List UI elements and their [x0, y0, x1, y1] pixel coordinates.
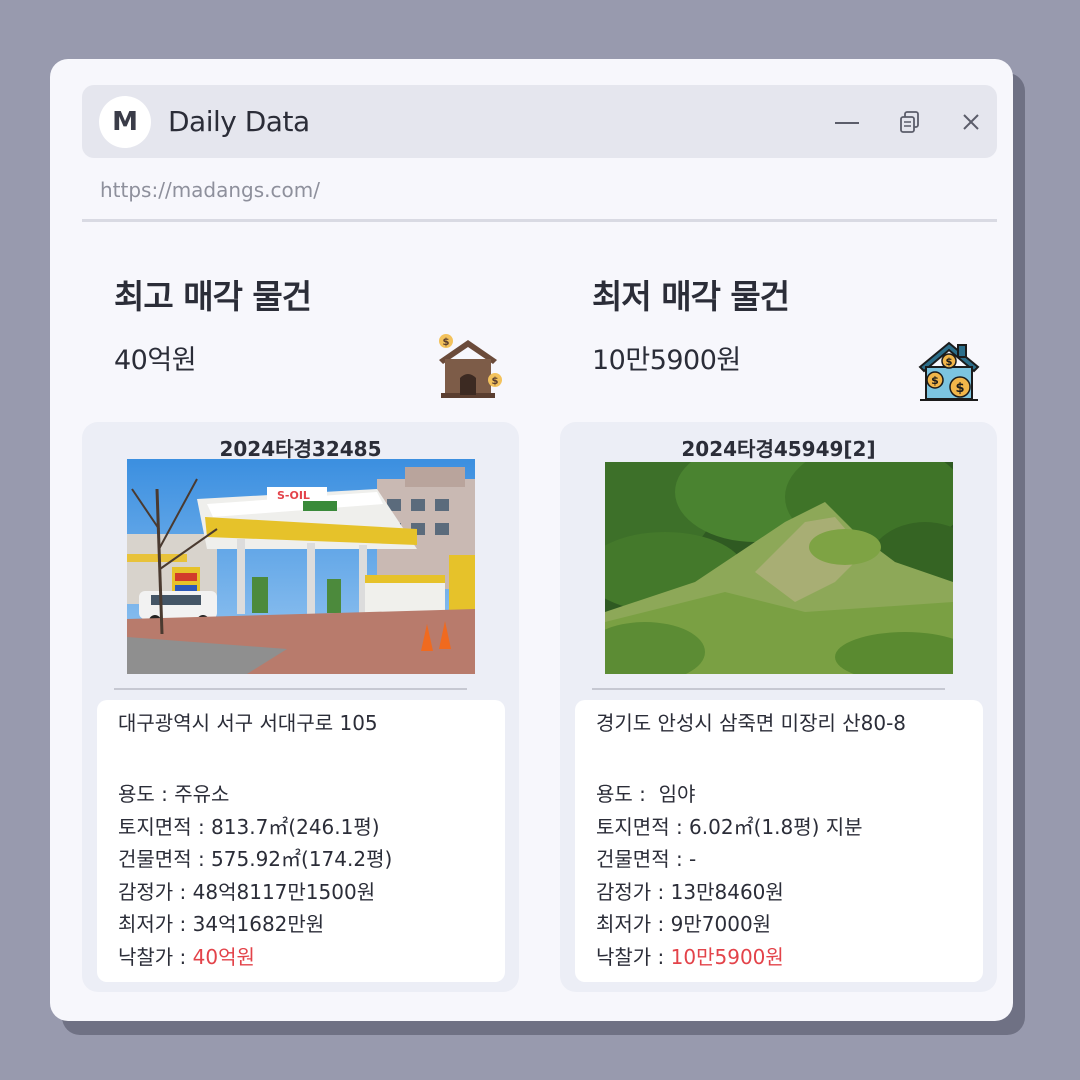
lowest-building-area: 건물면적 : - — [596, 847, 697, 871]
lowest-usage: 용도 : 임야 — [596, 782, 696, 806]
header-divider — [82, 219, 997, 222]
house-dollar-icon: $ $ $ — [918, 339, 980, 407]
app-title: Daily Data — [168, 105, 310, 138]
highest-property-card[interactable]: 2024타경32485 S-OIL 대구광역시 서구 서대구로 105 용도:… — [82, 422, 519, 992]
restore-button[interactable] — [895, 107, 925, 137]
winning-bid-label: 낙찰가 : — [596, 944, 671, 969]
highest-appraisal: 감정가 : 48억8117만1500원 — [118, 879, 376, 904]
lowest-case-number: 2024타경45949[2] — [681, 437, 876, 461]
winning-bid-label: 낙찰가 : — [118, 944, 193, 969]
highest-usage: 용도 : 주유소 — [118, 782, 230, 806]
highest-summary: 최고 매각 물건 40억원 — [114, 270, 312, 377]
url-text[interactable]: https://madangs.com/ — [100, 178, 320, 202]
minimize-icon — [835, 122, 859, 124]
close-icon — [963, 114, 979, 130]
svg-text:$: $ — [955, 381, 964, 396]
highest-building-area: 건물면적 : 575.92㎡(174.2평) — [118, 847, 393, 871]
highest-heading: 최고 매각 물건 — [114, 277, 312, 316]
highest-minimum-price: 최저가 : 34억1682만원 — [118, 912, 325, 936]
lowest-summary: 최저 매각 물건 10만5900원 — [592, 270, 790, 377]
highest-land-area: 토지면적 : 813.7㎡(246.1평) — [118, 814, 380, 839]
lowest-price: 10만5900원 — [592, 345, 741, 376]
lowest-appraisal: 감정가 : 13만8460원 — [596, 879, 784, 904]
card-divider — [114, 688, 467, 690]
app-window: M Daily Data https://madangs.com/ 최고 매각 — [50, 59, 1013, 1021]
restore-icon — [900, 111, 919, 133]
close-button[interactable] — [956, 107, 986, 137]
winning-bid-value: 10만5900원 — [670, 944, 784, 969]
lowest-land-area: 토지면적 : 6.02㎡(1.8평) 지분 — [596, 814, 863, 839]
lowest-minimum-price: 최저가 : 9만7000원 — [596, 912, 772, 936]
forest-land-photo — [605, 462, 953, 674]
minimize-button[interactable] — [832, 107, 862, 137]
highest-case-number: 2024타경32485 — [219, 437, 382, 461]
highest-address: 대구광역시 서구 서대구로 105 — [118, 711, 378, 735]
svg-text:$: $ — [931, 374, 939, 387]
title-bar: M Daily Data — [82, 85, 997, 158]
lowest-details: 경기도 안성시 삼죽면 미장리 산80-8 용도 : 임야 토지면적 : 6.0… — [575, 700, 983, 982]
winning-bid-value: 40억원 — [192, 944, 255, 969]
lowest-address: 경기도 안성시 삼죽면 미장리 산80-8 — [596, 711, 907, 735]
svg-text:$: $ — [443, 337, 450, 348]
svg-text:$: $ — [492, 376, 499, 387]
highest-details: 대구광역시 서구 서대구로 105 용도 : 주유소 토지면적 : 813.7㎡… — [97, 700, 505, 982]
highest-price: 40억원 — [114, 345, 197, 376]
app-logo: M — [99, 96, 151, 148]
lowest-winning-bid: 낙찰가 : 10만5900원 — [596, 941, 983, 974]
highest-winning-bid: 낙찰가 : 40억원 — [118, 941, 505, 974]
svg-text:$: $ — [946, 357, 953, 368]
lowest-property-card[interactable]: 2024타경45949[2] 경기도 안성시 삼죽면 미장리 산80-8 용도 … — [560, 422, 997, 992]
card-divider — [592, 688, 945, 690]
lowest-heading: 최저 매각 물건 — [592, 277, 790, 316]
gas-station-photo: S-OIL — [127, 459, 475, 674]
svg-text:S-OIL: S-OIL — [277, 489, 310, 502]
house-coins-icon: $ $ — [433, 332, 503, 406]
